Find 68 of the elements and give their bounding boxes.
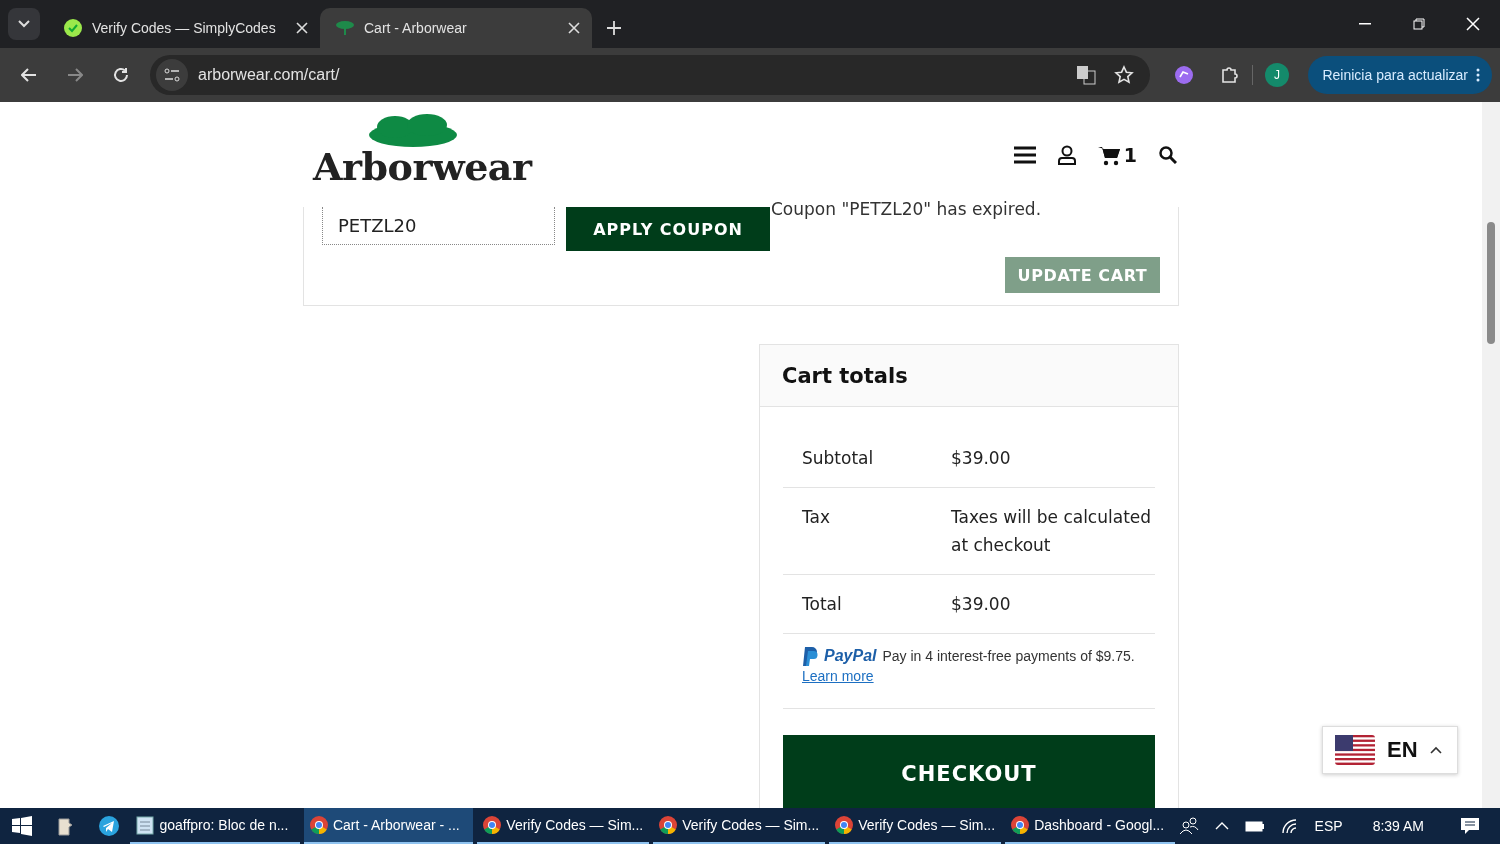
menu-icon[interactable] xyxy=(1013,145,1036,164)
browser-tab[interactable]: Cart - Arborwear xyxy=(320,8,592,48)
more-icon[interactable] xyxy=(1476,68,1480,82)
clock[interactable]: 8:39 AM xyxy=(1372,818,1424,834)
taskbar-item[interactable]: Verify Codes — Sim... xyxy=(477,808,650,844)
cart-icon xyxy=(1097,145,1120,166)
apply-coupon-button[interactable]: APPLY COUPON xyxy=(566,207,770,251)
paypal-label: PayPal xyxy=(824,646,877,666)
battery-icon[interactable] xyxy=(1244,820,1265,832)
chevron-down-icon[interactable] xyxy=(18,20,30,28)
wifi-icon[interactable] xyxy=(1280,818,1299,834)
extension-icon[interactable] xyxy=(1174,65,1194,85)
badge-icon xyxy=(64,19,82,37)
tree-icon xyxy=(336,20,354,36)
language-selector[interactable]: EN xyxy=(1322,726,1458,774)
site-info-button[interactable] xyxy=(156,59,188,91)
restore-icon[interactable] xyxy=(1413,18,1425,30)
scrollbar[interactable] xyxy=(1482,102,1500,808)
chrome-icon xyxy=(659,816,678,834)
paypal-message: Pay in 4 interest-free payments of $9.75. xyxy=(882,647,1135,666)
paypal-icon xyxy=(802,646,818,666)
translate-icon[interactable] xyxy=(1076,65,1096,85)
notification-icon[interactable] xyxy=(1460,817,1480,835)
caret-icon xyxy=(1429,746,1442,754)
row-label: Tax xyxy=(802,506,832,529)
row-value: $39.00 xyxy=(951,447,1012,470)
chrome-icon xyxy=(835,816,854,834)
reload-icon[interactable] xyxy=(113,67,129,83)
row-label: Total xyxy=(802,593,843,616)
forward-arrow-icon[interactable] xyxy=(67,68,83,82)
row-value: $39.00 xyxy=(951,593,1012,616)
taskbar-item[interactable]: Verify Codes — Sim... xyxy=(829,808,1002,844)
coupon-message: Coupon "PETZL20" has expired. xyxy=(771,199,1042,219)
chrome-icon xyxy=(483,816,502,834)
flag-icon xyxy=(1335,735,1375,765)
user-icon[interactable] xyxy=(1057,144,1076,165)
browser-tab[interactable]: Verify Codes — SimplyCodes xyxy=(48,8,320,48)
windows-icon[interactable] xyxy=(11,816,32,836)
taskbar-item[interactable]: Cart - Arborwear - ... xyxy=(303,808,474,844)
coupon-field[interactable]: PETZL20 xyxy=(322,207,555,245)
taskbar-item[interactable]: goaffpro: Bloc de n... xyxy=(130,808,300,844)
profile-avatar[interactable]: J xyxy=(1265,63,1289,87)
notepad-icon xyxy=(136,815,155,835)
chrome-icon xyxy=(1011,816,1030,834)
taskbar-item[interactable]: Dashboard - Googl... xyxy=(1005,808,1175,844)
row-value: Taxes will be calculated at checkout xyxy=(951,506,1153,557)
input-language[interactable]: ESP xyxy=(1314,818,1343,834)
close-icon[interactable] xyxy=(568,22,580,34)
chevron-up-icon[interactable] xyxy=(1214,822,1229,830)
people-icon[interactable] xyxy=(1178,817,1199,835)
sliders-icon[interactable] xyxy=(164,68,180,82)
search-icon[interactable] xyxy=(1159,145,1177,164)
back-arrow-icon[interactable] xyxy=(21,68,37,82)
star-icon[interactable] xyxy=(1114,65,1134,85)
chrome-icon xyxy=(309,816,328,834)
taskbar-item[interactable]: Verify Codes — Sim... xyxy=(653,808,826,844)
puzzle-icon[interactable] xyxy=(1220,65,1240,85)
minimize-icon[interactable] xyxy=(1359,23,1371,25)
cart-link[interactable]: 1 xyxy=(1097,143,1137,166)
update-button[interactable]: Reinicia para actualizar xyxy=(1308,56,1492,94)
checkout-button[interactable]: CHECKOUT xyxy=(783,735,1155,808)
row-label: Subtotal xyxy=(802,447,875,470)
cart-totals-title: Cart totals xyxy=(760,345,1178,407)
learn-more-link[interactable]: Learn more xyxy=(802,666,874,686)
plus-icon[interactable] xyxy=(607,21,621,35)
tab-search-button[interactable] xyxy=(8,8,40,40)
logo-text[interactable]: Arborwear xyxy=(313,143,532,189)
close-icon[interactable] xyxy=(296,22,308,34)
